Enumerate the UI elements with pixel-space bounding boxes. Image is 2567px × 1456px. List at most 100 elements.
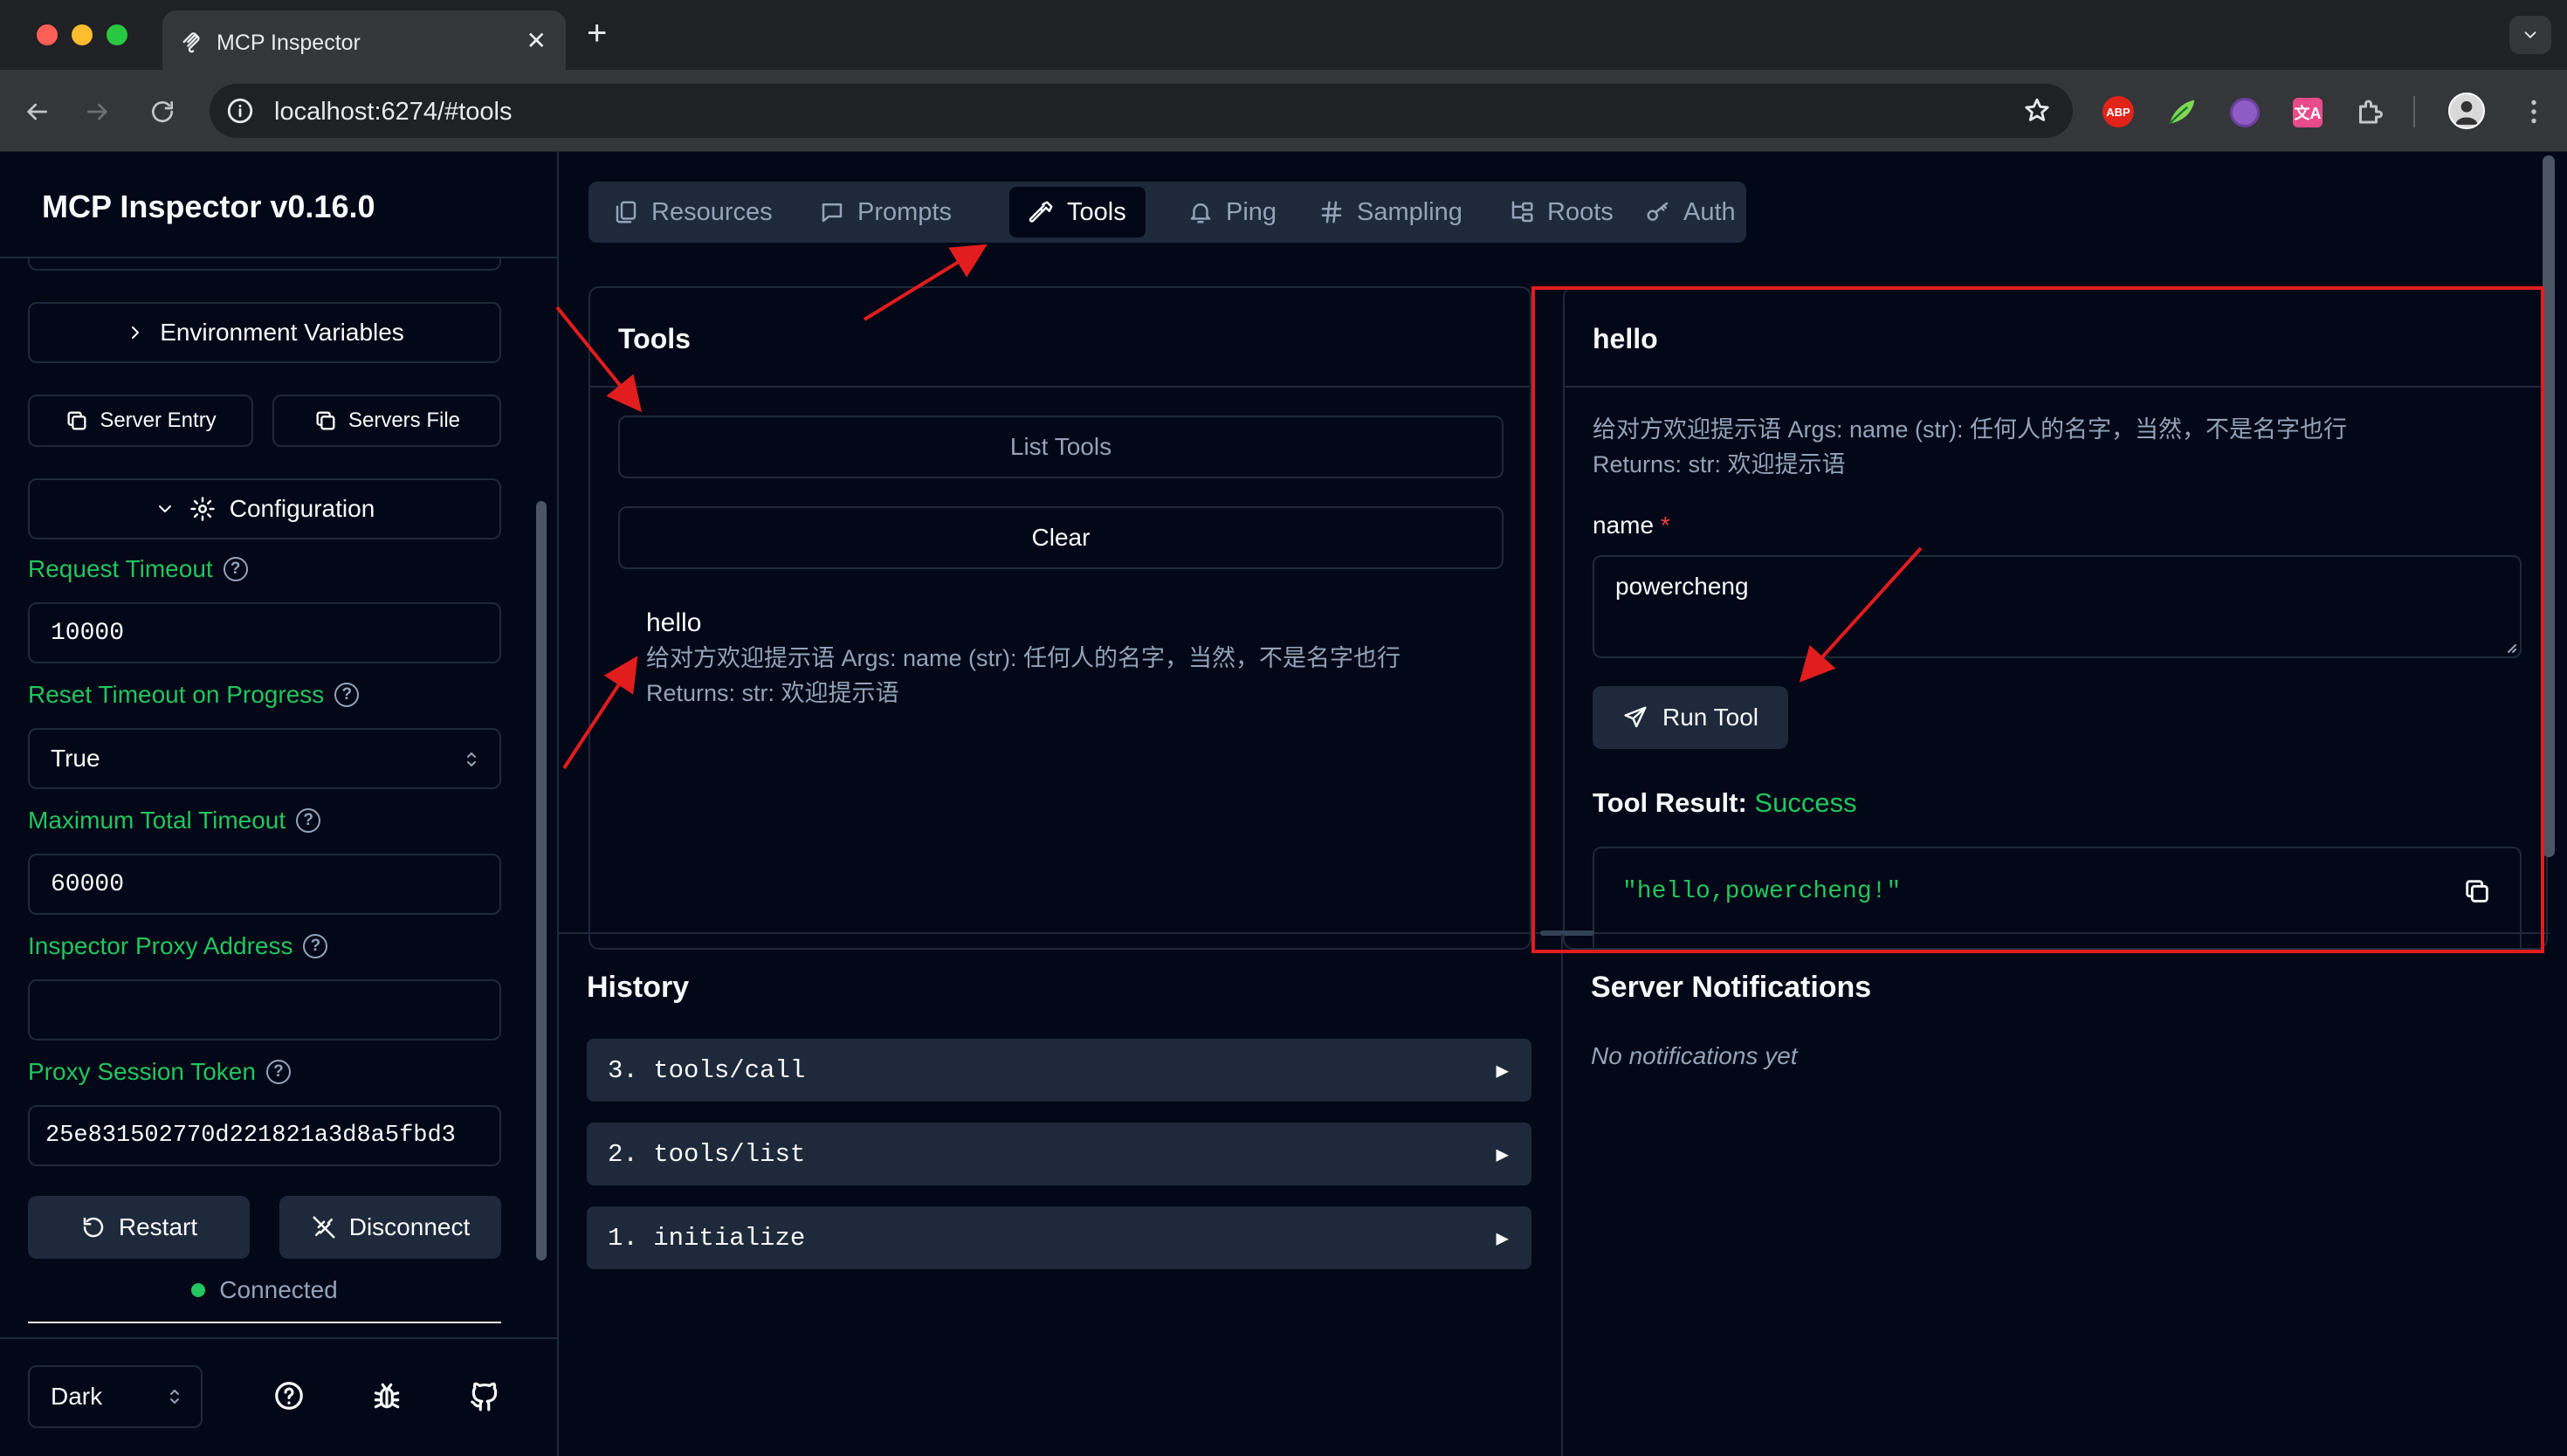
more-menu-icon[interactable] (2518, 96, 2550, 127)
tools-card-title: Tools (618, 323, 691, 354)
github-icon[interactable] (468, 1379, 501, 1412)
reset-timeout-value: True (51, 745, 100, 772)
leaf-extension-icon[interactable] (2165, 96, 2199, 129)
tab-sampling-label: Sampling (1357, 197, 1462, 226)
gear-icon (189, 497, 215, 521)
reset-timeout-select[interactable]: True (28, 728, 501, 789)
proxy-address-input[interactable] (28, 979, 501, 1040)
address-bar[interactable]: localhost:6274/#tools (210, 84, 2073, 138)
help-circle-icon[interactable]: ? (223, 557, 248, 581)
clear-button[interactable]: Clear (618, 506, 1504, 569)
sidebar-scrollbar[interactable] (536, 501, 547, 1260)
restart-button[interactable]: Restart (28, 1196, 250, 1259)
maximize-window-button[interactable] (107, 24, 127, 45)
restart-label: Restart (118, 1213, 198, 1240)
servers-file-button[interactable]: Servers File (272, 395, 501, 447)
browser-tab[interactable]: MCP Inspector ✕ (162, 10, 566, 70)
history-item-method: tools/list (653, 1139, 806, 1169)
main-scrollbar[interactable] (2543, 155, 2555, 857)
history-item-method: initialize (653, 1223, 806, 1253)
bug-icon[interactable] (370, 1379, 403, 1412)
configuration-button[interactable]: Configuration (28, 478, 501, 539)
tool-list-item[interactable]: hello 给对方欢迎提示语 Args: name (str): 任何人的名字，… (618, 597, 1504, 737)
history-item[interactable]: 2. tools/list ▶ (587, 1123, 1531, 1185)
tab-auth[interactable]: Auth (1626, 187, 1755, 237)
minimize-window-button[interactable] (72, 24, 93, 45)
site-info-icon[interactable] (225, 96, 255, 126)
history-item[interactable]: 3. tools/call ▶ (587, 1039, 1531, 1102)
tab-title: MCP Inspector (217, 31, 361, 55)
status-text: Connected (219, 1276, 338, 1303)
theme-value: Dark (51, 1383, 103, 1410)
chevron-down-icon (158, 505, 171, 512)
message-icon (822, 203, 843, 223)
tool-description-line1: 给对方欢迎提示语 Args: name (str): 任何人的名字，当然，不是名… (646, 645, 1401, 671)
history-title: History (587, 971, 690, 1004)
help-circle-icon[interactable]: ? (303, 934, 328, 958)
help-circle-icon[interactable]: ? (334, 683, 360, 707)
close-tab-icon[interactable]: ✕ (526, 26, 547, 55)
environment-variables-button[interactable]: Environment Variables (28, 302, 501, 363)
server-entry-button[interactable]: Server Entry (28, 395, 253, 447)
tool-description-line2: Returns: str: 欢迎提示语 (646, 680, 899, 706)
chevrons-up-down-icon (467, 752, 476, 766)
status-dot (191, 1283, 206, 1297)
history-item-method: tools/call (653, 1055, 806, 1085)
tab-tools[interactable]: Tools (1009, 187, 1146, 237)
theme-select[interactable]: Dark (28, 1365, 203, 1428)
history-item-index: 2. (608, 1139, 638, 1169)
files-icon (616, 201, 637, 223)
proxy-token-text: Proxy Session Token (28, 1058, 256, 1085)
history-item-index: 1. (608, 1223, 638, 1253)
help-circle-icon[interactable]: ? (296, 808, 321, 833)
url-text: localhost:6274/#tools (274, 98, 513, 126)
tab-search-button[interactable] (2509, 16, 2551, 54)
request-timeout-text: Request Timeout (28, 555, 213, 582)
tab-resources[interactable]: Resources (594, 187, 792, 237)
proxy-address-text: Inspector Proxy Address (28, 932, 293, 959)
history-item-index: 3. (608, 1055, 638, 1085)
sidebar-footer-divider (0, 1337, 557, 1339)
expand-arrow-icon[interactable]: ▶ (1497, 1142, 1509, 1168)
forward-icon[interactable] (84, 98, 112, 126)
help-icon[interactable] (272, 1379, 306, 1412)
tools-card: Tools List Tools Clear hello 给对方欢迎提示语 Ar… (588, 286, 1531, 950)
bookmark-star-icon[interactable] (2022, 96, 2052, 126)
proxy-address-label: Inspector Proxy Address ? (28, 932, 328, 960)
close-window-button[interactable] (37, 24, 58, 45)
mcp-logo-icon (182, 32, 200, 53)
history-item[interactable]: 1. initialize ▶ (587, 1206, 1531, 1269)
new-tab-button[interactable]: + (587, 14, 607, 53)
request-timeout-input[interactable]: 10000 (28, 602, 501, 663)
tool-name: hello (646, 608, 702, 637)
tab-sampling[interactable]: Sampling (1299, 187, 1482, 237)
grape-extension-icon[interactable] (2230, 98, 2260, 127)
tab-roots[interactable]: Roots (1490, 187, 1633, 237)
tab-prompts[interactable]: Prompts (800, 187, 971, 237)
tab-auth-label: Auth (1683, 197, 1736, 226)
expand-arrow-icon[interactable]: ▶ (1497, 1226, 1509, 1252)
help-circle-icon[interactable]: ? (265, 1060, 291, 1084)
folder-tree-icon (1511, 201, 1533, 223)
proxy-token-input[interactable]: 25e831502770d221821a3d8a5fbd3 (28, 1105, 501, 1166)
adblock-extension-icon[interactable]: ABP (2102, 96, 2134, 127)
extensions-puzzle-icon[interactable] (2354, 96, 2385, 127)
connection-status: Connected (28, 1276, 501, 1304)
max-total-timeout-input[interactable]: 60000 (28, 854, 501, 915)
servers-file-label: Servers File (348, 409, 461, 432)
copy-icon (316, 411, 335, 430)
unplug-icon (313, 1216, 335, 1239)
list-tools-button[interactable]: List Tools (618, 416, 1504, 478)
notifications-divider (1561, 934, 1563, 1456)
configuration-label: Configuration (229, 495, 375, 522)
disconnect-label: Disconnect (348, 1213, 471, 1240)
reset-timeout-label: Reset Timeout on Progress ? (28, 681, 360, 709)
disconnect-button[interactable]: Disconnect (279, 1196, 501, 1259)
translate-extension-icon[interactable]: 文A (2293, 98, 2323, 127)
tab-ping[interactable]: Ping (1168, 187, 1296, 237)
reload-icon[interactable] (148, 98, 176, 126)
back-icon[interactable] (23, 98, 51, 126)
expand-arrow-icon[interactable]: ▶ (1497, 1058, 1509, 1084)
profile-avatar[interactable] (2448, 93, 2485, 129)
bell-icon (1190, 203, 1211, 223)
